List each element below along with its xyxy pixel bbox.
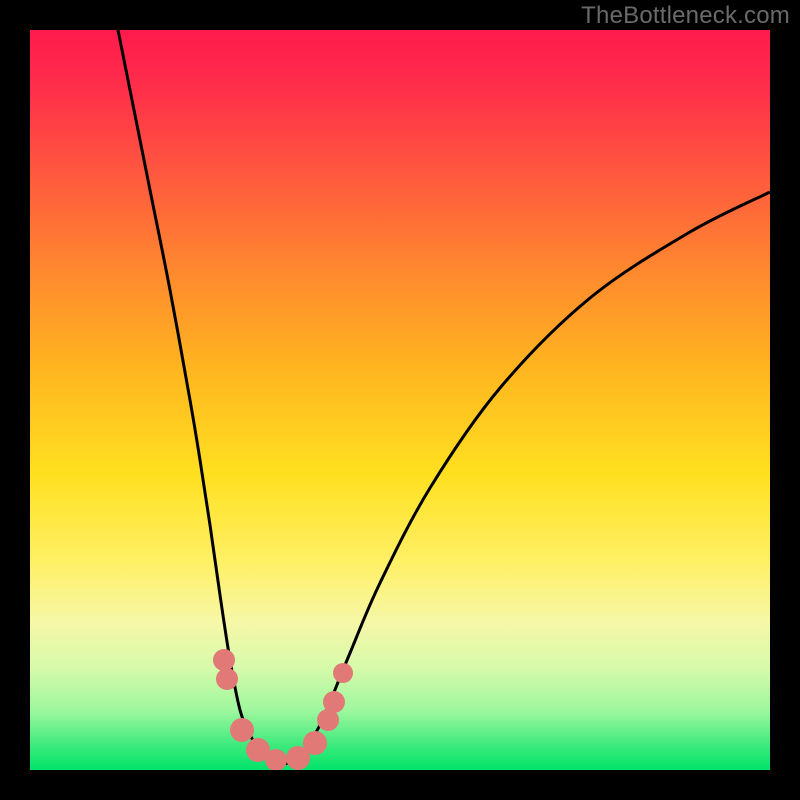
plot-area — [30, 30, 770, 770]
data-markers — [213, 649, 353, 770]
chart-frame: TheBottleneck.com — [0, 0, 800, 800]
data-marker — [303, 731, 327, 755]
left-curve — [118, 30, 280, 765]
data-marker — [265, 749, 287, 770]
watermark-text: TheBottleneck.com — [581, 2, 790, 30]
data-marker — [213, 649, 235, 671]
data-marker — [323, 691, 345, 713]
data-marker — [333, 663, 353, 683]
right-curve — [280, 192, 770, 765]
data-marker — [230, 718, 254, 742]
data-marker — [216, 668, 238, 690]
chart-svg — [30, 30, 770, 770]
